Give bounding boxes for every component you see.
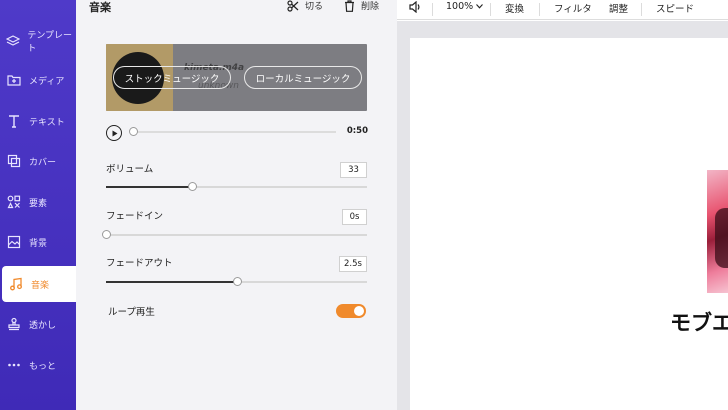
stock-music-button[interactable]: ストックミュージック	[113, 66, 231, 89]
sidebar-item-label: 要素	[29, 198, 48, 209]
filter-button[interactable]: フィルタ	[554, 1, 592, 15]
seek-handle[interactable]	[129, 127, 138, 136]
zoom-value: 100%	[446, 1, 474, 12]
volume-label: ボリューム	[106, 164, 154, 175]
music-thumbnail: kimeta.m4a unknown ストックミュージック ローカルミュージック	[106, 44, 367, 111]
fade-out-label: フェードアウト	[106, 258, 173, 269]
top-toolbar: 100% 変換 フィルタ 調整 スピード	[397, 0, 728, 20]
sidebar-item-media[interactable]: メディア	[0, 62, 76, 98]
fade-out-slider[interactable]	[106, 277, 367, 286]
panel-title: 音楽	[89, 1, 111, 14]
sidebar-item-text[interactable]: テキスト	[0, 103, 76, 139]
speaker-icon	[409, 1, 420, 13]
volume-slider-handle[interactable]	[188, 182, 197, 191]
toggle-knob	[354, 306, 364, 316]
sidebar-item-label: メディア	[29, 76, 65, 87]
sidebar-item-watermark[interactable]: 透かし	[0, 306, 76, 342]
folder-plus-icon	[5, 71, 23, 89]
sidebar-item-music[interactable]: 音楽	[2, 266, 76, 302]
toolbar-divider	[539, 3, 540, 16]
local-music-button[interactable]: ローカルミュージック	[244, 66, 362, 89]
layers-icon	[5, 32, 21, 50]
canvas-text[interactable]: モブエ	[670, 307, 728, 337]
fade-out-value[interactable]: 2.5s	[339, 256, 367, 272]
background-icon	[5, 233, 23, 251]
canvas-image-shadow	[715, 208, 728, 268]
sidebar-item-cover[interactable]: カバー	[0, 143, 76, 179]
sidebar-item-label: もっと	[29, 361, 57, 372]
cut-label: 切る	[305, 2, 324, 12]
fade-out-slider-handle[interactable]	[233, 277, 242, 286]
design-page[interactable]: モブエ	[410, 38, 728, 410]
delete-label: 削除	[361, 2, 380, 12]
play-icon	[112, 130, 117, 136]
canvas-area: モブエ	[397, 21, 728, 410]
sidebar-item-more[interactable]: もっと	[0, 347, 76, 383]
chevron-down-icon	[476, 4, 484, 9]
shapes-icon	[5, 193, 23, 211]
play-button[interactable]	[106, 125, 122, 141]
volume-slider[interactable]	[106, 182, 367, 191]
left-sidebar: テンプレート メディア テキスト カバー 要素 背景 音楽 透かし もっと	[0, 0, 76, 410]
music-panel: 音楽 切る 削除 kimeta.m4a unknown ストックミュージック ロ…	[76, 0, 397, 410]
volume-value[interactable]: 33	[340, 162, 367, 178]
sidebar-item-background[interactable]: 背景	[0, 224, 76, 260]
fade-in-label: フェードイン	[106, 211, 164, 222]
toolbar-divider	[641, 3, 642, 16]
sidebar-item-label: 音楽	[31, 280, 50, 291]
adjust-button[interactable]: 調整	[609, 1, 628, 15]
fade-in-slider[interactable]	[102, 230, 367, 239]
sidebar-item-templates[interactable]: テンプレート	[0, 23, 76, 59]
sidebar-item-elements[interactable]: 要素	[0, 184, 76, 220]
more-dots-icon	[5, 356, 23, 374]
track-duration: 0:50	[346, 126, 368, 136]
copy-icon	[5, 152, 23, 170]
sidebar-item-label: テキスト	[29, 117, 65, 128]
fade-in-slider-handle[interactable]	[102, 230, 111, 239]
music-note-icon	[7, 275, 25, 293]
zoom-dropdown[interactable]: 100%	[446, 1, 484, 12]
volume-button[interactable]	[409, 1, 422, 13]
toolbar-divider	[490, 3, 491, 16]
cut-button[interactable]: 切る	[287, 0, 323, 12]
panel-header: 音楽 切る 削除	[76, 0, 397, 16]
sidebar-item-label: カバー	[29, 157, 57, 168]
toolbar-divider	[432, 3, 433, 16]
playback-seek-bar[interactable]	[129, 127, 336, 136]
sidebar-item-label: 透かし	[29, 320, 57, 331]
trash-icon	[345, 0, 354, 12]
sidebar-item-label: 背景	[29, 238, 48, 249]
fade-in-value[interactable]: 0s	[342, 209, 367, 225]
sidebar-item-label: テンプレート	[27, 31, 73, 54]
loop-toggle[interactable]	[336, 304, 366, 318]
delete-button[interactable]: 削除	[344, 0, 379, 12]
volume-slider-fill	[106, 186, 192, 188]
text-icon	[5, 112, 23, 130]
fade-out-slider-fill	[106, 281, 237, 283]
loop-label: ループ再生	[108, 307, 155, 318]
scissors-icon	[287, 0, 299, 12]
stamp-icon	[5, 315, 23, 333]
speed-button[interactable]: スピード	[656, 1, 694, 15]
convert-button[interactable]: 変換	[505, 1, 524, 15]
